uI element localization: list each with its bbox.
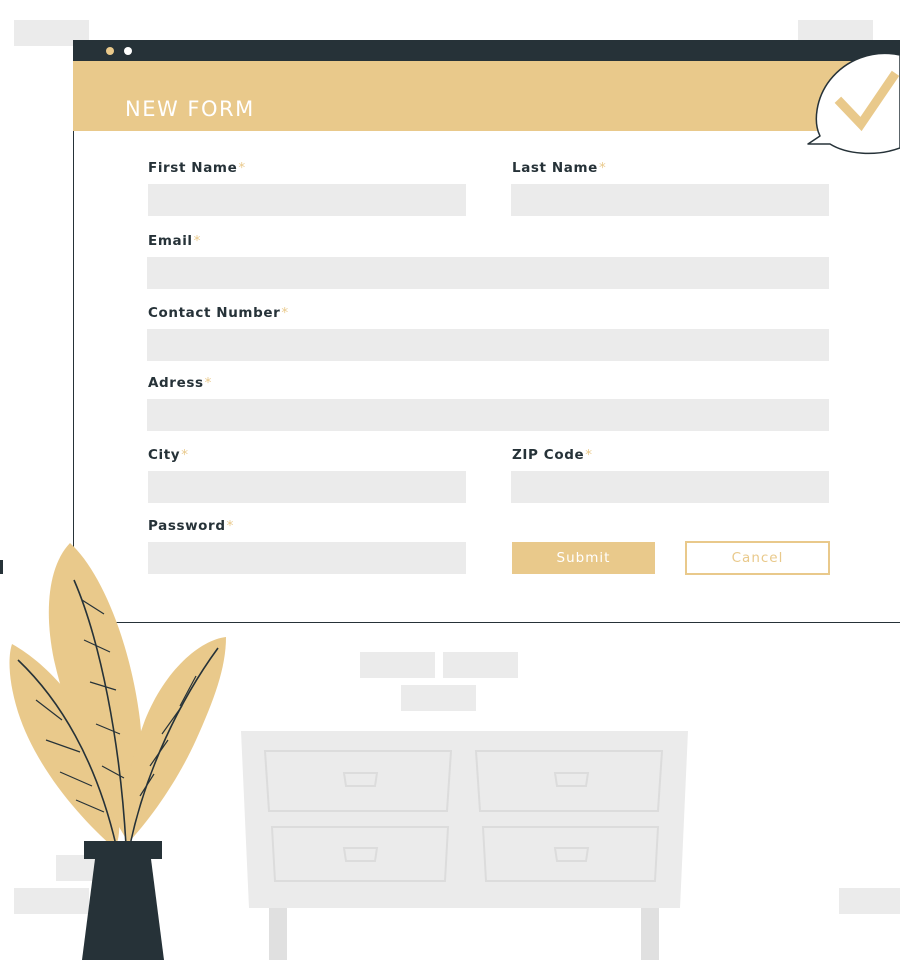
checkmark-icon xyxy=(807,52,900,155)
plant-icon xyxy=(9,543,226,960)
edge-tick xyxy=(0,560,3,574)
dresser-icon xyxy=(241,731,688,960)
illustration-layer xyxy=(0,52,900,960)
